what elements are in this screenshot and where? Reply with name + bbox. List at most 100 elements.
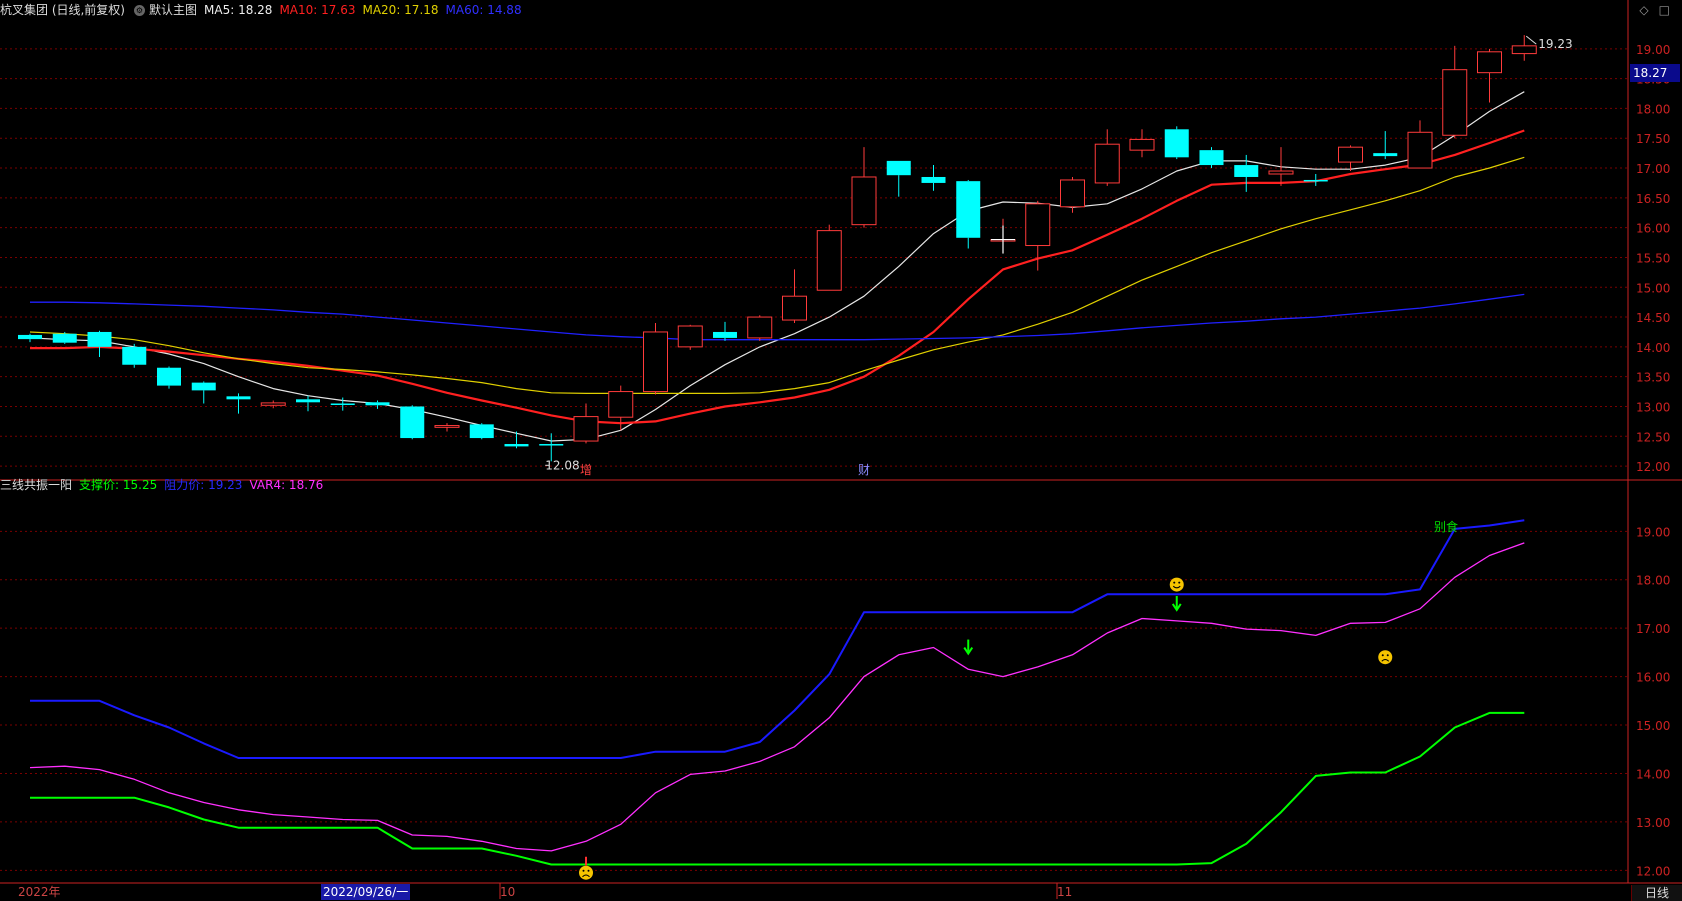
high-pointer: [1525, 35, 1537, 45]
frown-face-icon: [579, 865, 593, 880]
event-marker-zeng: 增: [580, 463, 592, 477]
y-tick-label: 14.00: [1636, 767, 1670, 781]
indicator-line-0: [30, 711, 1525, 866]
y-tick-label: 14.50: [1636, 311, 1670, 325]
indicator-line-2: [29, 542, 1525, 852]
candle-body: [886, 160, 911, 176]
candle-body: [434, 425, 460, 428]
diamond-icon[interactable]: ◇: [1639, 3, 1648, 17]
period-button[interactable]: 日线: [1631, 885, 1682, 901]
y-tick-label: 16.00: [1636, 222, 1670, 236]
indicator-name[interactable]: 三线共振一阳: [0, 475, 72, 495]
indicator-markers: [579, 577, 1393, 880]
candle: [539, 433, 564, 462]
sub-legend: 三线共振一阳 支撑价: 15.25 阻力价: 19.23 VAR4: 18.76: [0, 475, 330, 495]
ma-line-ma20: [29, 156, 1525, 394]
candle: [400, 405, 425, 440]
candle-body: [1164, 129, 1189, 158]
face: [579, 865, 593, 880]
candle-body: [1477, 51, 1502, 74]
frown-face-icon: [1378, 650, 1393, 665]
candle-body: [851, 176, 877, 226]
candle: [1303, 174, 1328, 186]
candle: [157, 366, 181, 389]
candle-body: [296, 399, 320, 403]
window-controls: ◇ □: [1639, 3, 1670, 17]
candle: [226, 393, 251, 414]
candle-body: [1511, 45, 1537, 55]
ma10-label: MA10: 17.63: [279, 3, 356, 17]
candle: [677, 324, 703, 350]
y-tick-label: 14.00: [1636, 341, 1670, 355]
candle: [851, 147, 877, 228]
candle-body: [122, 346, 147, 365]
candle: [1511, 35, 1537, 61]
y-tick-label: 12.00: [1636, 864, 1670, 878]
y-tick-label: 12.00: [1636, 460, 1670, 474]
candle-body: [816, 230, 842, 291]
candle-body: [157, 367, 181, 386]
var4-label: VAR4: 18.76: [249, 478, 324, 492]
candle-body: [713, 331, 737, 338]
candle-body: [1442, 69, 1468, 136]
chart-canvas[interactable]: 12.00 12.50 13.00 13.50 14.00 14.50 15.00 15.50…: [0, 0, 1682, 901]
candle-body: [1060, 179, 1085, 208]
candle: [1407, 120, 1433, 169]
candle: [87, 330, 112, 357]
candle: [469, 423, 494, 440]
candle-body: [1129, 138, 1155, 151]
candle-body: [1234, 165, 1259, 177]
candlesticks[interactable]: [18, 35, 1537, 462]
ma5-label: MA5: 18.28: [204, 3, 273, 17]
x-label-year: 2022年: [18, 885, 61, 899]
candle: [782, 269, 807, 324]
y-tick-label: 13.00: [1636, 400, 1670, 414]
y-tick-label: 17.50: [1636, 132, 1670, 146]
candle-body: [400, 406, 425, 439]
candle: [1373, 131, 1398, 160]
candle-body: [469, 424, 494, 439]
y-tick-label: 19.00: [1636, 43, 1670, 57]
main-legend: 杭叉集团 (日线,前复权) ⚙ 默认主图 MA5: 18.28 MA10: 17…: [0, 0, 529, 20]
x-label-oct: 10: [500, 885, 516, 899]
signal-label-bieshi: 别食: [1434, 519, 1458, 534]
stock-title[interactable]: 杭叉集团 (日线,前复权): [0, 0, 125, 20]
candle: [747, 315, 773, 341]
gear-icon[interactable]: ⚙: [134, 4, 145, 16]
face: [1169, 577, 1184, 592]
ma-line-ma5: [29, 91, 1525, 442]
candle: [1477, 48, 1502, 103]
candle: [1060, 176, 1085, 213]
y-tick-label: 19.00: [1636, 525, 1670, 539]
candle-body: [956, 181, 981, 238]
candle: [504, 431, 529, 449]
y-tick-label: 12.50: [1636, 430, 1670, 444]
y-tick-label: 13.50: [1636, 371, 1670, 385]
candle-body: [1303, 179, 1328, 182]
candle: [52, 331, 77, 344]
candle-body: [608, 391, 634, 418]
smile-face-icon: [1169, 577, 1184, 592]
candle-body: [191, 382, 216, 391]
candle: [1268, 147, 1294, 186]
square-icon[interactable]: □: [1659, 3, 1670, 17]
template-name[interactable]: 默认主图: [149, 0, 197, 20]
eye: [1381, 654, 1384, 657]
candle: [1129, 129, 1155, 158]
candle-body: [330, 403, 355, 405]
ma60-label: MA60: 14.88: [445, 3, 522, 17]
ma-line-ma10: [30, 129, 1525, 425]
candle: [1338, 145, 1363, 172]
candle-body: [782, 295, 807, 321]
indicator-lines: [29, 519, 1525, 866]
current-price-tag: 18.27: [1630, 64, 1680, 82]
y-tick-label: 18.00: [1636, 574, 1670, 588]
candle: [18, 333, 42, 343]
candle-body: [1407, 131, 1433, 169]
candle-body: [677, 325, 703, 348]
candle: [643, 323, 668, 395]
candle-body: [260, 402, 286, 406]
ma20-label: MA20: 17.18: [362, 3, 439, 17]
y-tick-label: 17.00: [1636, 622, 1670, 636]
candle-body: [1199, 150, 1224, 166]
